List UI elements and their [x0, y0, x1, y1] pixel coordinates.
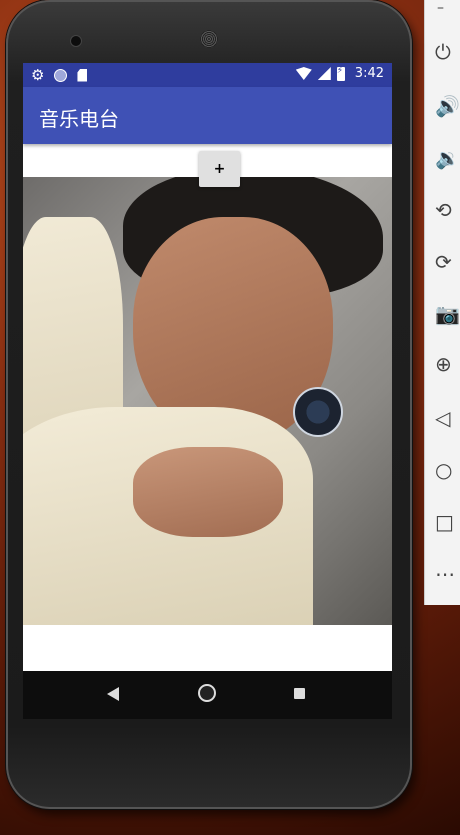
front-camera-icon	[70, 35, 82, 47]
add-button[interactable]: +	[199, 151, 240, 187]
rotate-left-icon[interactable]: ⟲	[435, 198, 460, 222]
minimize-icon[interactable]: –	[437, 0, 444, 16]
wifi-icon	[295, 67, 312, 80]
battery-charging-icon	[336, 66, 345, 81]
zoom-icon[interactable]: ⊕	[435, 352, 460, 376]
device-screen: ⚙ 3:42 音乐电台 +	[23, 63, 392, 719]
overview-icon[interactable]: □	[435, 510, 460, 534]
earpiece-speaker	[200, 30, 218, 48]
recent-apps-icon[interactable]	[294, 688, 305, 699]
cover-badge-icon	[293, 387, 343, 437]
power-icon[interactable]: ⏻	[435, 40, 460, 64]
navigation-bar	[23, 671, 392, 719]
circle-icon	[54, 68, 68, 82]
app-bar: 音乐电台	[23, 87, 392, 144]
album-cover-image	[23, 177, 392, 625]
home-icon[interactable]: ○	[435, 458, 460, 482]
page-title: 音乐电台	[39, 107, 119, 131]
back-icon[interactable]	[107, 687, 119, 701]
proximity-sensor	[338, 36, 360, 51]
status-time: 3:42	[354, 66, 384, 81]
cover-hand	[133, 447, 283, 537]
emulator-toolbar: – ⏻ 🔊 🔉 ⟲ ⟳ 📷 ⊕ ◁ ○ □ ⋯	[424, 0, 460, 605]
sdcard-icon	[77, 68, 88, 82]
more-icon[interactable]: ⋯	[435, 562, 460, 586]
volume-down-icon[interactable]: 🔉	[435, 146, 460, 170]
home-icon[interactable]	[198, 684, 216, 702]
rotate-right-icon[interactable]: ⟳	[435, 250, 460, 274]
camera-icon[interactable]: 📷	[435, 302, 460, 326]
status-bar: ⚙ 3:42	[23, 63, 392, 87]
back-icon[interactable]: ◁	[435, 406, 460, 430]
volume-up-icon[interactable]: 🔊	[435, 94, 460, 118]
signal-icon	[317, 67, 331, 80]
gear-icon: ⚙	[31, 66, 45, 84]
